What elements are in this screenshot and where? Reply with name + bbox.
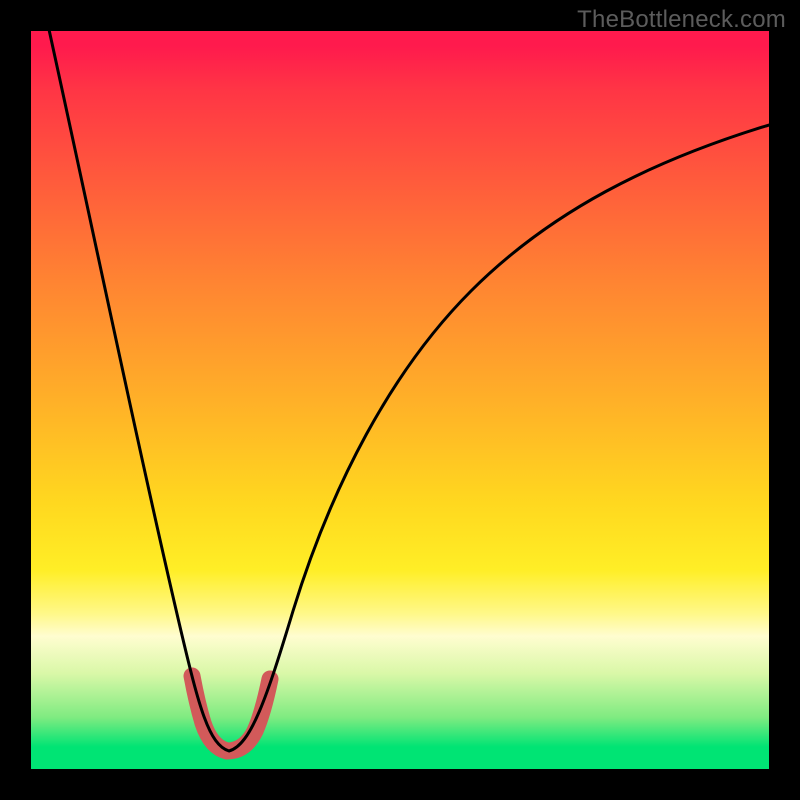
bottleneck-curve: [48, 31, 769, 751]
curve-layer: [31, 31, 769, 769]
watermark-text: TheBottleneck.com: [577, 6, 786, 34]
chart-frame: [31, 31, 769, 769]
